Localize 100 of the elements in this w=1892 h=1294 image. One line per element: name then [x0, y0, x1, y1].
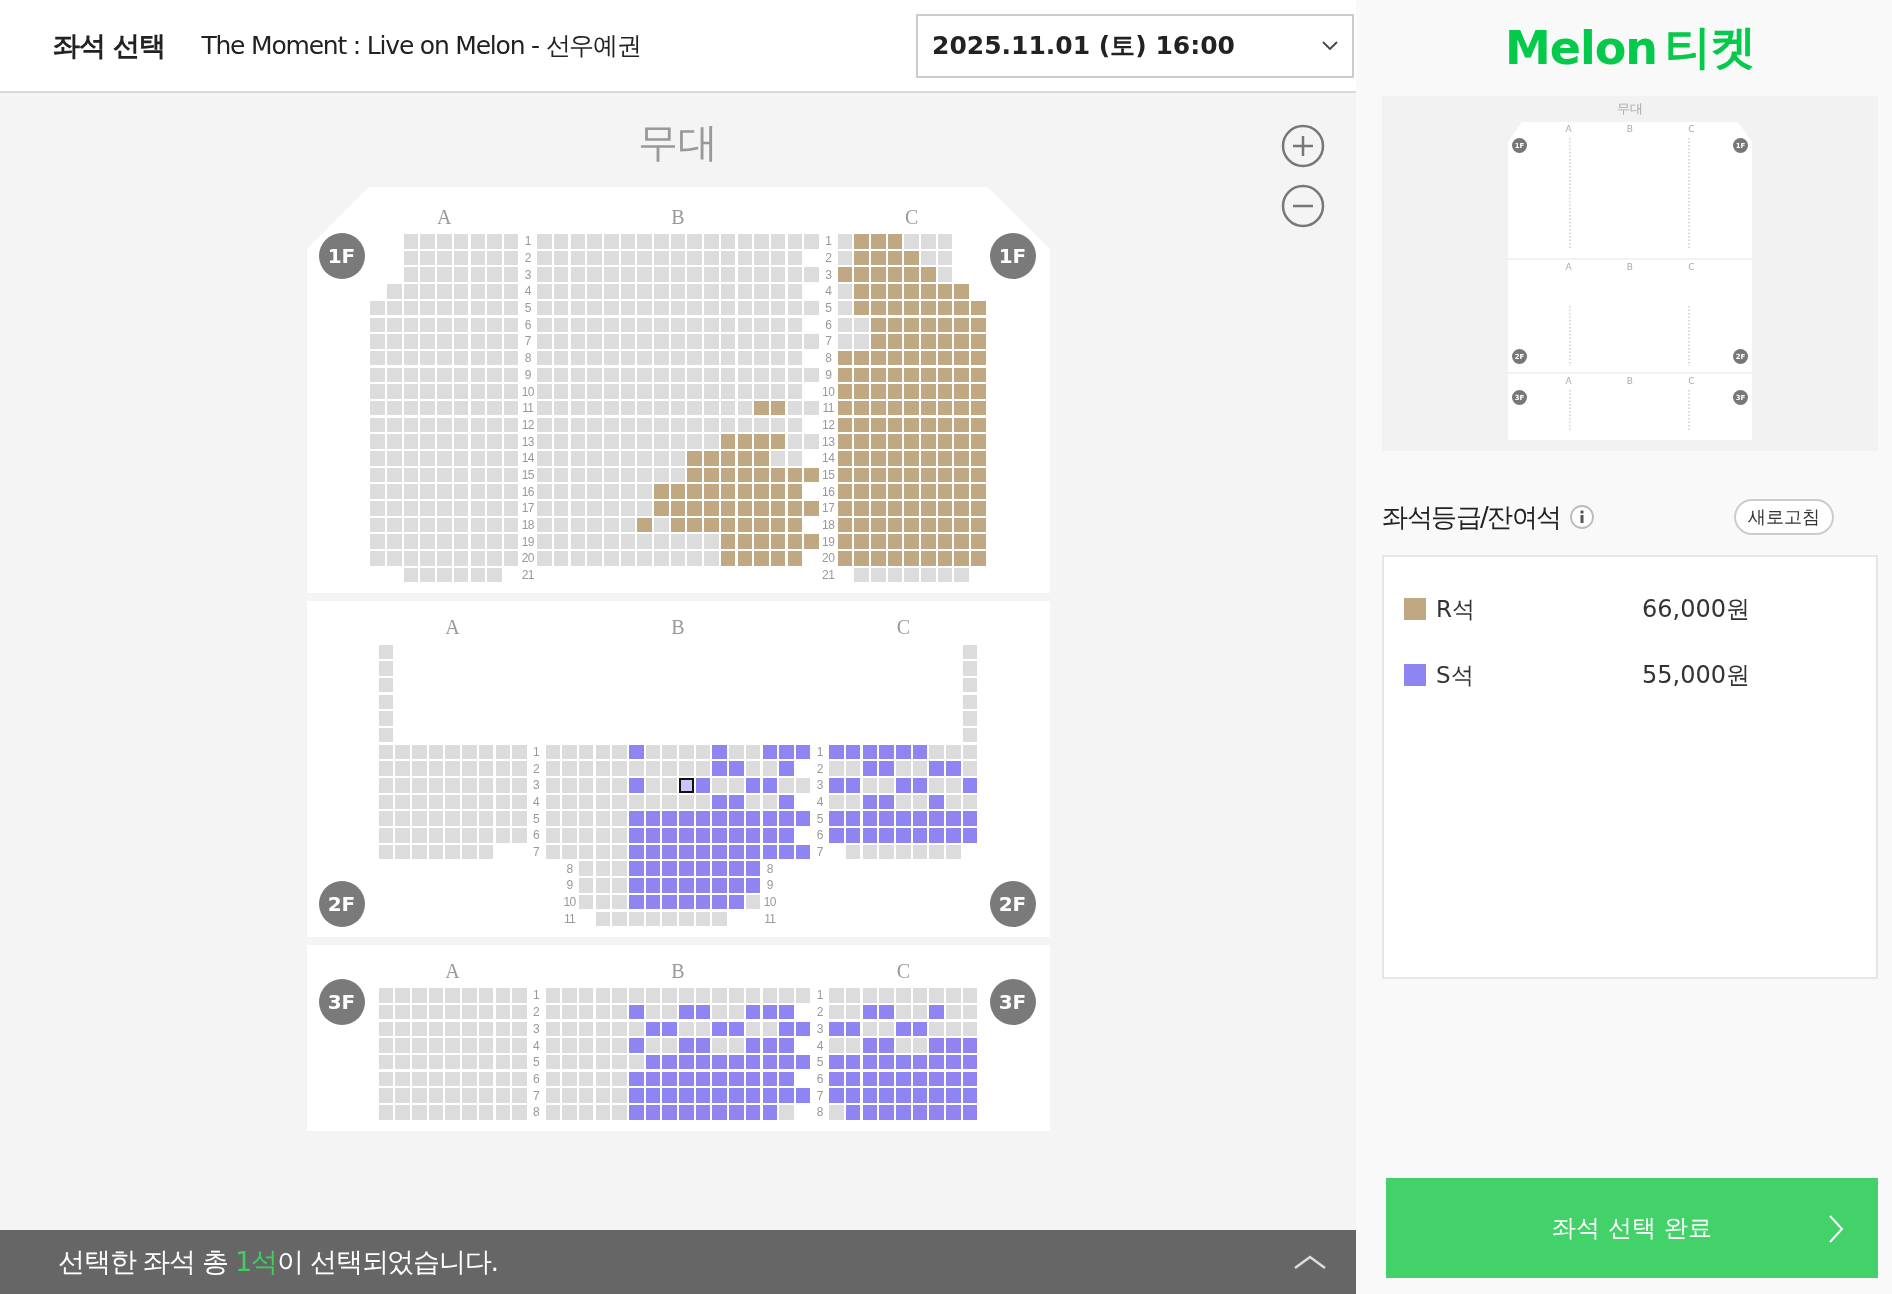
row-number: 6 — [524, 317, 531, 332]
row-number: 8 — [766, 861, 773, 876]
row-number: 10 — [563, 895, 576, 910]
section-label: C — [896, 615, 911, 638]
row-number: 5 — [533, 811, 540, 826]
section-label: C — [905, 205, 919, 228]
row-number: 7 — [816, 1088, 823, 1103]
row-number: 2 — [816, 761, 823, 776]
selection-summary: 선택한 좌석 총 1석이 선택되었습니다. — [58, 1245, 498, 1279]
row-number: 7 — [533, 1088, 540, 1103]
row-number: 7 — [825, 334, 832, 349]
row-number: 2 — [816, 1005, 823, 1020]
chevron-down-icon — [1322, 40, 1338, 51]
row-number: 11 — [563, 911, 576, 926]
grade-name: R석 — [1436, 594, 1475, 624]
row-number: 8 — [825, 351, 832, 366]
row-number: 8 — [566, 861, 573, 876]
row-number: 10 — [763, 895, 776, 910]
row-number: 17 — [822, 501, 835, 516]
row-number: 5 — [524, 301, 531, 316]
row-number: 1 — [825, 234, 832, 249]
row-number: 15 — [822, 467, 835, 482]
zoom-in-icon[interactable] — [1280, 123, 1326, 169]
row-number: 3 — [533, 1021, 540, 1036]
row-number: 5 — [533, 1055, 540, 1070]
row-number: 16 — [521, 484, 534, 499]
row-number: 1 — [816, 744, 823, 759]
row-number: 10 — [822, 384, 835, 399]
row-number: 6 — [816, 828, 823, 843]
row-number: 7 — [816, 845, 823, 860]
row-number: 4 — [816, 794, 823, 809]
date-select[interactable]: 2025.11.01 (토) 16:00 — [916, 13, 1354, 78]
row-number: 12 — [521, 417, 534, 432]
row-number: 2 — [533, 1005, 540, 1020]
logo: Melon 티켓 — [1503, 19, 1757, 77]
row-number: 14 — [521, 451, 534, 466]
page-title: 좌석 선택 — [53, 28, 166, 63]
row-number: 18 — [521, 518, 534, 533]
row-number: 1 — [533, 744, 540, 759]
section-label: A — [1565, 123, 1572, 136]
section-label: B — [671, 959, 685, 982]
row-number: 6 — [533, 1071, 540, 1086]
refresh-button[interactable]: 새로고침 — [1734, 499, 1834, 535]
row-number: 3 — [524, 267, 531, 282]
row-number: 7 — [524, 334, 531, 349]
row-number: 5 — [816, 811, 823, 826]
stage-label: 무대 — [638, 118, 718, 167]
grade-name: S석 — [1436, 660, 1474, 690]
row-number: 13 — [521, 434, 534, 449]
row-number: 2 — [825, 251, 832, 266]
row-number: 6 — [533, 828, 540, 843]
row-number: 14 — [822, 451, 835, 466]
row-number: 11 — [822, 401, 834, 416]
row-number: 19 — [822, 534, 835, 549]
section-label: B — [1626, 375, 1633, 388]
row-number: 9 — [524, 367, 531, 382]
section-label: B — [1626, 123, 1633, 136]
zoom-out-icon[interactable] — [1280, 183, 1326, 229]
row-number: 13 — [822, 434, 835, 449]
section-label: C — [896, 959, 911, 982]
section-label: C — [1688, 375, 1695, 388]
section-label: A — [1565, 375, 1572, 388]
floor-badge: 3F — [989, 979, 1036, 1026]
row-number: 4 — [533, 794, 540, 809]
row-number: 19 — [521, 534, 534, 549]
performance-title: The Moment : Live on Melon - 선우예권 — [201, 30, 641, 62]
floor-badge: 1F — [989, 233, 1036, 279]
row-number: 3 — [533, 778, 540, 793]
row-number: 4 — [816, 1038, 823, 1053]
row-number: 1 — [533, 988, 540, 1003]
floor-badge: 3F — [318, 979, 365, 1026]
selected-seat[interactable] — [679, 778, 694, 793]
row-number: 20 — [521, 551, 534, 566]
section-label: A — [445, 615, 460, 638]
row-number: 3 — [825, 267, 832, 282]
section-label: C — [1688, 261, 1695, 274]
row-number: 4 — [825, 284, 832, 299]
row-number: 3 — [816, 1021, 823, 1036]
row-number: 11 — [764, 911, 776, 926]
row-number: 4 — [524, 284, 531, 299]
row-number: 17 — [521, 501, 534, 516]
floor-badge: 2F — [318, 881, 365, 928]
row-number: 9 — [825, 367, 832, 382]
floor-badge: 2F — [989, 881, 1036, 928]
section-label: B — [1626, 261, 1633, 274]
row-number: 4 — [533, 1038, 540, 1053]
row-number: 12 — [822, 417, 835, 432]
row-number: 21 — [521, 568, 534, 583]
row-number: 8 — [533, 1105, 540, 1120]
row-number: 9 — [766, 878, 773, 893]
row-number: 10 — [521, 384, 534, 399]
grade-price: 55,000원 — [1642, 660, 1750, 691]
row-number: 2 — [524, 251, 531, 266]
row-number: 21 — [822, 568, 835, 583]
row-number: 8 — [816, 1105, 823, 1120]
row-number: 18 — [822, 518, 835, 533]
info-icon[interactable] — [1568, 504, 1595, 530]
section-label: B — [671, 205, 685, 228]
row-number: 20 — [822, 551, 835, 566]
section-label: A — [445, 959, 460, 982]
